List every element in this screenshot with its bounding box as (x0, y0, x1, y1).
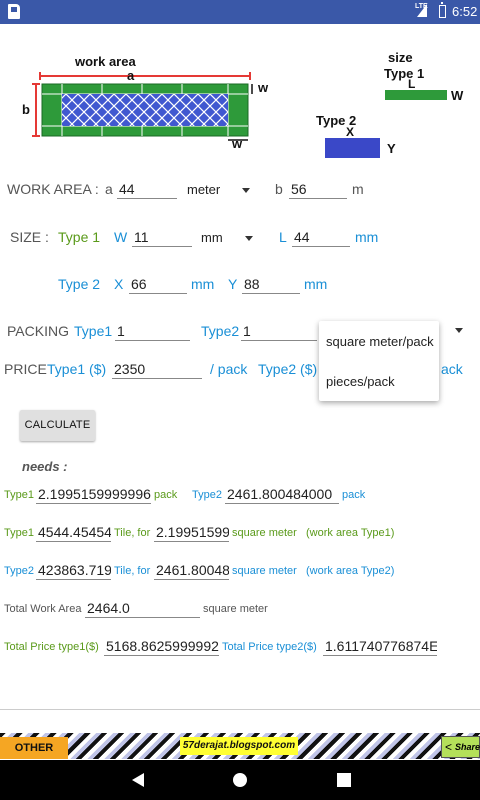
a-label: a (105, 181, 113, 197)
diagram-x-label: X (346, 125, 354, 139)
network-type: LTE (415, 3, 428, 10)
site-link[interactable]: 57derajat.blogspot.com (180, 737, 298, 755)
total-price2-value: 1.611740776874E (323, 638, 437, 656)
share-button[interactable]: < Share (441, 736, 480, 758)
chevron-down-icon (245, 236, 253, 241)
diagram-w-label: W (451, 88, 464, 103)
packing-unit-dropdown[interactable]: square meter/pack pieces/pack (319, 321, 439, 401)
diagram-b-label: b (22, 102, 30, 117)
diagram-l-label: L (408, 77, 415, 91)
diagram-w2-label: w (231, 136, 243, 151)
x-input[interactable]: 66 (129, 275, 187, 294)
size-type1-label: Type 1 (58, 229, 101, 245)
diagram-work-area-label: work area (74, 54, 136, 69)
result-row2-value: 4544.454545 (36, 523, 111, 542)
price-type2-tail: ack (441, 361, 463, 377)
total-area-label: Total Work Area (4, 603, 82, 615)
result-type2-pack-label: Type2 (192, 489, 222, 501)
packing-type1-input[interactable]: 1 (115, 322, 190, 341)
packing-label: PACKING (7, 323, 69, 339)
l-input[interactable]: 44 (292, 228, 350, 247)
w-label: W (114, 229, 128, 245)
total-price2-label: Total Price type2($) (222, 641, 317, 653)
x-unit: mm (191, 276, 215, 292)
size-label: SIZE : (10, 229, 49, 245)
size-unit-value: mm (201, 230, 223, 245)
y-input[interactable]: 88 (242, 275, 300, 294)
total-area-unit: square meter (203, 603, 268, 615)
result-type2-pack-unit: pack (342, 489, 366, 501)
total-price1-label: Total Price type1($) (4, 641, 99, 653)
result-type1-pack-value: 2.1995159999996 (36, 486, 151, 504)
packing-type2-label: Type2 (201, 323, 240, 339)
diagram-y-label: Y (387, 141, 396, 156)
home-icon[interactable] (232, 772, 248, 788)
packing-type1-label: Type1 (74, 323, 113, 339)
result-row3-area: 2461.800484 (154, 561, 229, 580)
result-row2-area: 2.1995159999 (154, 523, 229, 542)
result-row2-unit: square meter (232, 527, 297, 539)
dropdown-option-square-meter[interactable]: square meter/pack (326, 334, 434, 349)
size-unit-select[interactable]: mm (201, 230, 257, 246)
diagram-size-label: size (388, 50, 413, 65)
other-apps-button[interactable]: OTHER APPS (0, 737, 68, 759)
a-input[interactable]: 44 (117, 180, 177, 199)
result-type1-pack-unit: pack (154, 489, 178, 501)
chevron-down-icon (242, 188, 250, 193)
b-label: b (275, 181, 283, 197)
b-input[interactable]: 56 (289, 180, 347, 199)
diagram-w1-label: w (257, 80, 269, 95)
result-type1-pack-label: Type1 (4, 489, 34, 501)
back-icon[interactable] (130, 772, 146, 788)
diagram-type1-label: Type 1 (384, 66, 424, 81)
w-input[interactable]: 11 (132, 228, 192, 247)
y-unit: mm (304, 276, 328, 292)
bottom-banner: OTHER APPS 57derajat.blogspot.com < Shar… (0, 733, 480, 759)
size-type2-label: Type 2 (58, 276, 101, 292)
l-unit: mm (355, 229, 379, 245)
battery-icon (439, 2, 446, 18)
area-unit-value: meter (187, 182, 221, 197)
divider (0, 709, 480, 710)
share-icon: < (445, 740, 453, 754)
share-label: Share (455, 742, 480, 752)
status-bar: LTE 6:52 (0, 0, 480, 24)
diagram-a-label: a (127, 68, 135, 83)
work-area-label: WORK AREA : (7, 181, 99, 197)
result-row3-tile: Tile, for (114, 565, 151, 577)
packing-type2-input[interactable]: 1 (241, 322, 317, 341)
result-row2-label: Type1 (4, 527, 34, 539)
price-type2-label: Type2 ($) (258, 361, 318, 377)
total-area-value: 2464.0 (85, 599, 200, 618)
work-area-diagram: work area a b w w size Type 1 L W Type 2… (22, 50, 464, 158)
price-label: PRICE (4, 361, 47, 377)
price-type1-label: Type1 ($) (47, 361, 107, 377)
b-unit: m (352, 181, 364, 197)
area-unit-select[interactable]: meter (187, 182, 255, 198)
chevron-down-icon[interactable] (455, 328, 463, 333)
needs-label: needs : (22, 459, 68, 474)
clock: 6:52 (452, 4, 478, 19)
calculate-button[interactable]: CALCULATE (20, 410, 95, 441)
recents-icon[interactable] (336, 772, 352, 788)
x-label: X (114, 276, 124, 292)
result-row3-value: 423863.7190 (36, 561, 111, 580)
result-row3-label: Type2 (4, 565, 34, 577)
result-row2-tile: Tile, for (114, 527, 151, 539)
dropdown-option-pieces[interactable]: pieces/pack (326, 374, 395, 389)
l-label: L (279, 229, 287, 245)
sd-card-icon (8, 4, 20, 19)
total-price1-value: 5168.8625999992 (104, 638, 219, 656)
result-row3-unit: square meter (232, 565, 297, 577)
result-row2-note: (work area Type1) (306, 527, 395, 539)
per-pack-label: / pack (210, 361, 248, 377)
result-type2-pack-value: 2461.800484000 (225, 485, 339, 504)
navigation-bar (0, 760, 480, 800)
result-row3-note: (work area Type2) (306, 565, 395, 577)
y-label: Y (228, 276, 238, 292)
price-type1-input[interactable]: 2350 (112, 360, 202, 379)
